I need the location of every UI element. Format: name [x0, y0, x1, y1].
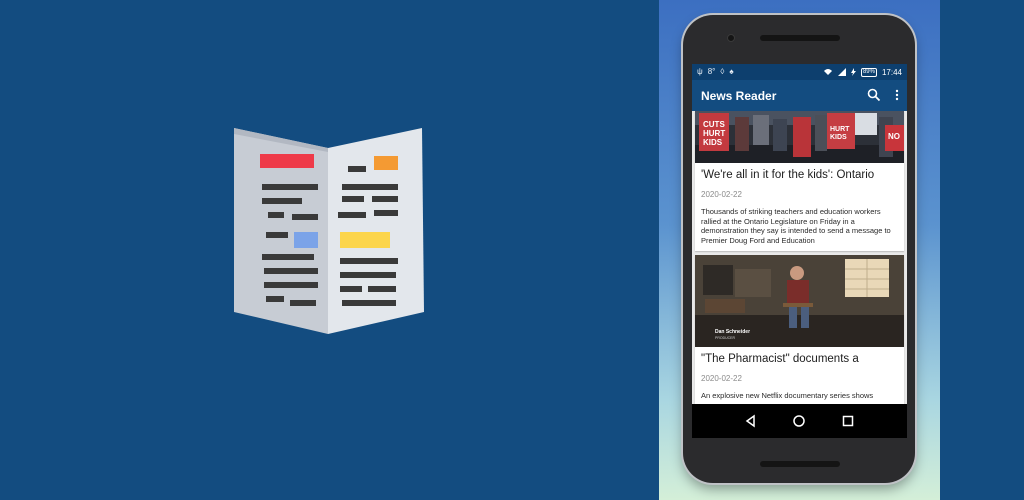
svg-text:Dan Schneider: Dan Schneider: [715, 329, 750, 335]
article-date: 2020-02-22: [701, 190, 742, 199]
svg-text:NO: NO: [888, 132, 900, 141]
status-time: 17:44: [881, 67, 902, 77]
svg-text:HURT: HURT: [830, 126, 850, 133]
navigation-bar: [692, 404, 907, 438]
phone-screen: ψ 8° ◊ ♠ 89% 17:44 News Reader CUTS HURT…: [692, 64, 907, 438]
article-card[interactable]: Dan Schneider PRODUCER "The Pharmacist" …: [695, 255, 904, 404]
wifi-icon: [823, 69, 832, 75]
article-title: 'We're all in it for the kids': Ontario: [701, 169, 875, 181]
bottom-speaker: [760, 461, 840, 467]
svg-text:CUTS: CUTS: [703, 120, 725, 129]
article-image-interview: Dan Schneider PRODUCER: [695, 255, 904, 347]
svg-text:KIDS: KIDS: [703, 138, 723, 147]
home-icon[interactable]: [792, 414, 806, 428]
news-feed[interactable]: CUTS HURT KIDS HURT KIDS NO 'We're all i…: [692, 111, 907, 404]
svg-text:HURT: HURT: [703, 129, 725, 138]
signal-icon: [837, 68, 846, 76]
more-options-icon[interactable]: [895, 88, 899, 102]
phone-frame: ψ 8° ◊ ♠ 89% 17:44 News Reader CUTS HURT…: [683, 15, 915, 483]
app-title: News Reader: [701, 88, 777, 103]
article-title: "The Pharmacist" documents a: [701, 353, 859, 365]
app-bar: News Reader: [692, 80, 907, 111]
charging-icon: [850, 68, 856, 76]
article-description: An explosive new Netflix documentary ser…: [701, 391, 874, 400]
svg-text:PRODUCER: PRODUCER: [715, 336, 736, 340]
front-camera: [727, 34, 735, 42]
usb-icon: ψ: [697, 67, 703, 76]
lightbulb-icon: ◊: [720, 67, 725, 76]
back-icon[interactable]: [744, 414, 758, 428]
earpiece-speaker: [760, 35, 840, 41]
article-description: Thousands of striking teachers and educa…: [701, 207, 891, 245]
newspaper-logo-icon: [234, 128, 424, 334]
article-date: 2020-02-22: [701, 374, 742, 383]
svg-text:KIDS: KIDS: [830, 134, 847, 141]
search-icon[interactable]: [867, 88, 881, 102]
status-bar: ψ 8° ◊ ♠ 89% 17:44: [692, 64, 907, 80]
article-card[interactable]: CUTS HURT KIDS HURT KIDS NO 'We're all i…: [695, 111, 904, 251]
battery-indicator: 89%: [860, 67, 877, 77]
recents-icon[interactable]: [841, 414, 855, 428]
android-icon: ♠: [729, 67, 734, 76]
temperature-icon: 8°: [707, 67, 716, 76]
article-image-protest: CUTS HURT KIDS HURT KIDS NO: [695, 111, 904, 163]
